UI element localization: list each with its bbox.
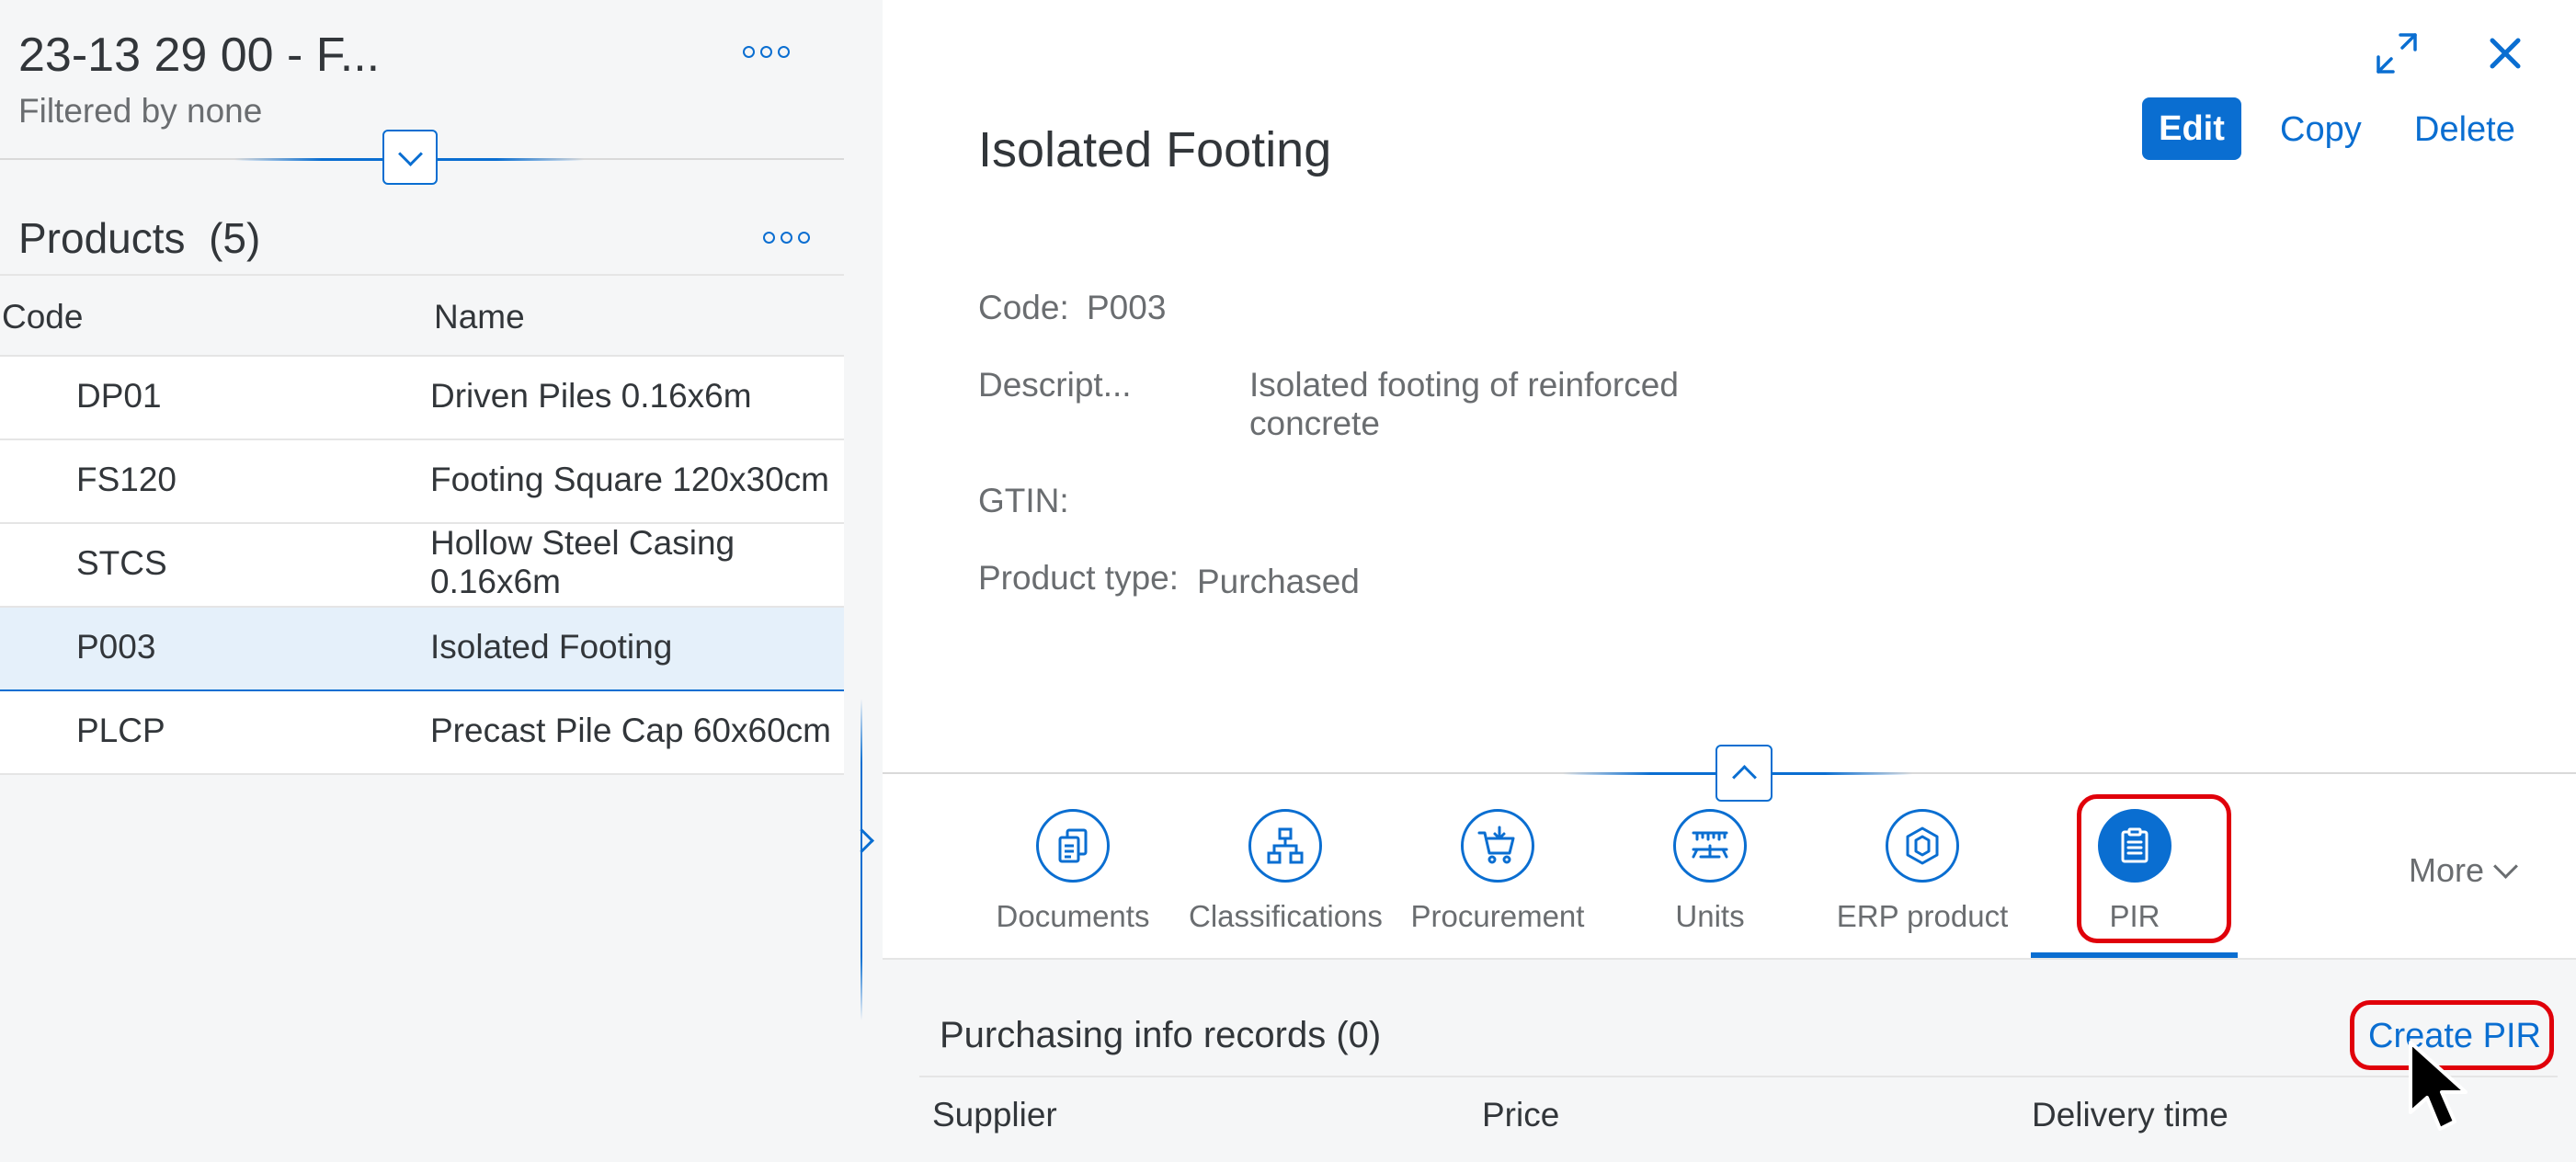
- column-header-supplier[interactable]: Supplier: [932, 1096, 1057, 1134]
- chevron-up-icon: [1731, 764, 1757, 790]
- cart-icon: [1477, 826, 1515, 864]
- tab-more-label: More: [2409, 851, 2485, 889]
- field-product-type-label: Product type:: [978, 559, 1180, 597]
- tab-procurement[interactable]: Procurement: [1401, 809, 1594, 934]
- field-product-type-value: Purchased: [1197, 563, 1360, 600]
- field-code: Code: P003: [978, 289, 1166, 327]
- tab-classifications[interactable]: Classifications: [1189, 809, 1383, 934]
- field-description-label: Descript...: [978, 366, 1132, 404]
- field-gtin: GTIN:: [978, 482, 1069, 520]
- more-dot-icon: [781, 232, 792, 244]
- field-product-type: Product type: Purchased: [978, 559, 1360, 600]
- chevron-down-icon: [2493, 853, 2518, 879]
- tab-icon-circle: [1461, 809, 1534, 883]
- field-gtin-label: GTIN:: [978, 482, 1069, 519]
- tab-erp-product[interactable]: ERP product: [1826, 809, 2019, 934]
- field-code-value: P003: [1087, 289, 1167, 326]
- table-row-selected[interactable]: P003 Isolated Footing: [0, 608, 844, 691]
- row-name: Driven Piles 0.16x6m: [430, 377, 752, 415]
- field-description: Descript... Isolated footing of reinforc…: [978, 366, 1679, 442]
- tab-icon-circle: [1886, 809, 1959, 883]
- section-title: Purchasing info records (0): [940, 1015, 1382, 1055]
- more-dot-icon: [798, 232, 810, 244]
- row-name: Hollow Steel Casing 0.16x6m: [430, 524, 735, 600]
- copy-button[interactable]: Copy: [2280, 110, 2362, 150]
- chevron-down-icon: [397, 141, 423, 166]
- collapse-header-button[interactable]: [1715, 745, 1772, 802]
- mouse-pointer-icon: [2409, 1041, 2468, 1131]
- row-name: Isolated Footing: [430, 628, 673, 666]
- table-row[interactable]: PLCP Precast Pile Cap 60x60cm: [0, 691, 844, 775]
- field-code-label: Code:: [978, 289, 1069, 326]
- more-dot-icon: [778, 46, 790, 58]
- master-pane: 23-13 29 00 - F... Filtered by none Prod…: [0, 0, 844, 1156]
- object-title: Isolated Footing: [978, 122, 1332, 177]
- splitter-toggle-button[interactable]: [847, 818, 876, 862]
- list-count: (5): [209, 214, 261, 262]
- more-dot-icon: [743, 46, 755, 58]
- column-header-name[interactable]: Name: [434, 298, 525, 336]
- tab-label: Procurement: [1410, 899, 1585, 933]
- more-dot-icon: [763, 232, 775, 244]
- row-code: DP01: [76, 377, 162, 415]
- detail-pane: Isolated Footing Edit Copy Delete Code: …: [883, 0, 2576, 1162]
- list-title-label: Products: [18, 214, 186, 262]
- fullscreen-icon[interactable]: [2375, 31, 2419, 75]
- field-description-value: Isolated footing of reinforced concrete: [1249, 366, 1679, 442]
- expand-header-button[interactable]: [382, 130, 438, 185]
- documents-icon: [1058, 828, 1088, 863]
- tab-units[interactable]: Units: [1613, 809, 1807, 934]
- list-title: Products (5): [18, 213, 260, 263]
- product-list: DP01 Driven Piles 0.16x6m FS120 Footing …: [0, 357, 844, 775]
- chevron-right-icon: [849, 827, 874, 853]
- delete-button[interactable]: Delete: [2414, 110, 2515, 150]
- close-icon[interactable]: [2487, 35, 2524, 72]
- row-code: STCS: [76, 544, 167, 582]
- filter-status: Filtered by none: [18, 92, 263, 130]
- ruler-scale-icon: [1692, 831, 1728, 859]
- highlight-box-pir-tab: [2077, 794, 2231, 943]
- tab-icon-circle: [1673, 809, 1747, 883]
- table-row[interactable]: DP01 Driven Piles 0.16x6m: [0, 357, 844, 440]
- column-header-delivery-time[interactable]: Delivery time: [2032, 1096, 2228, 1134]
- table-row[interactable]: FS120 Footing Square 120x30cm: [0, 440, 844, 524]
- row-name: Precast Pile Cap 60x60cm: [430, 712, 831, 749]
- column-header-code[interactable]: Code: [2, 298, 83, 336]
- table-row[interactable]: STCS Hollow Steel Casing 0.16x6m: [0, 524, 844, 608]
- tab-label: ERP product: [1836, 899, 2009, 933]
- row-code: P003: [76, 628, 156, 666]
- row-code: PLCP: [76, 712, 165, 749]
- row-code: FS120: [76, 461, 177, 498]
- tab-icon-circle: [1036, 809, 1110, 883]
- table-header: Code Name: [0, 274, 844, 357]
- row-name: Footing Square 120x30cm: [430, 461, 829, 498]
- list-more-button[interactable]: [763, 232, 810, 244]
- pir-table-header: Supplier Price Delivery time: [919, 1076, 2558, 1162]
- column-header-price[interactable]: Price: [1482, 1096, 1559, 1134]
- product-icon: [1906, 826, 1939, 865]
- tab-more[interactable]: More: [2409, 851, 2518, 890]
- more-dot-icon: [760, 46, 772, 58]
- master-more-button[interactable]: [743, 46, 790, 58]
- master-title: 23-13 29 00 - F...: [18, 28, 381, 82]
- pir-section: Purchasing info records (0) Create PIR S…: [883, 960, 2576, 1162]
- tab-label: Documents: [996, 899, 1150, 933]
- tab-documents[interactable]: Documents: [976, 809, 1169, 934]
- edit-button[interactable]: Edit: [2142, 97, 2241, 160]
- tab-label: Units: [1675, 899, 1745, 933]
- tab-icon-circle: [1248, 809, 1322, 883]
- hierarchy-icon: [1267, 827, 1304, 864]
- tab-label: Classifications: [1189, 899, 1383, 933]
